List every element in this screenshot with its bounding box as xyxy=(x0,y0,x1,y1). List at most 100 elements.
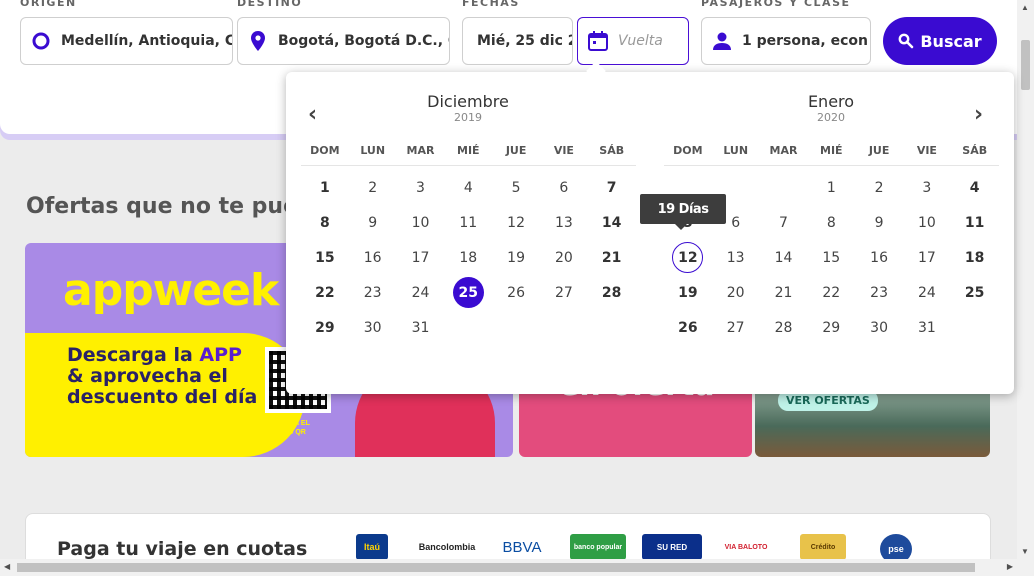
calendar-day[interactable]: 10 xyxy=(903,206,951,241)
calendar-day[interactable]: 30 xyxy=(349,310,397,345)
calendar-day[interactable]: 9 xyxy=(349,206,397,241)
calendar-day[interactable]: 18 xyxy=(444,241,492,276)
scroll-down-arrow-icon[interactable]: ▼ xyxy=(1021,547,1029,556)
calendar-day-number: 24 xyxy=(917,284,936,301)
calendar-day[interactable]: 5 xyxy=(492,171,540,206)
calendar-day[interactable]: 31 xyxy=(903,310,951,345)
calendar-day[interactable]: 24 xyxy=(397,275,445,310)
calendar-day[interactable]: 14 xyxy=(588,206,636,241)
calendar-day[interactable]: 14 xyxy=(760,241,808,276)
calendar-day[interactable]: 26 xyxy=(664,310,712,345)
calendar-day[interactable]: 4 xyxy=(444,171,492,206)
calendar-day[interactable]: 28 xyxy=(760,310,808,345)
calendar-day[interactable]: 19 xyxy=(664,275,712,310)
horizontal-scrollbar[interactable]: ◀ ▶ xyxy=(0,559,1034,576)
destination-field[interactable]: Bogotá, Bogotá D.C., Co xyxy=(237,17,450,65)
calendar-day[interactable]: 3 xyxy=(397,171,445,206)
bank-logo-baloto: VIA BALOTO xyxy=(724,543,768,551)
calendar-day-number: 10 xyxy=(917,215,936,232)
qr-caption-line2: CÓDIGO QR xyxy=(265,429,306,436)
calendar-day[interactable]: 29 xyxy=(807,310,855,345)
calendar-day-number: 16 xyxy=(363,249,382,266)
calendar-day[interactable]: 13 xyxy=(712,241,760,276)
calendar-day-number: 25 xyxy=(964,284,985,301)
horizontal-scroll-thumb[interactable] xyxy=(17,563,975,572)
calendar-day[interactable]: 21 xyxy=(588,241,636,276)
calendar-day[interactable]: 31 xyxy=(397,310,445,345)
calendar-day-number: 3 xyxy=(416,180,425,197)
calendar-day[interactable]: 16 xyxy=(855,241,903,276)
calendar-day[interactable]: 19 xyxy=(492,241,540,276)
calendar-day[interactable]: 27 xyxy=(540,275,588,310)
calendar-day[interactable]: 17 xyxy=(903,241,951,276)
destination-value: Bogotá, Bogotá D.C., Co xyxy=(278,33,449,49)
calendar-day[interactable]: 2 xyxy=(349,171,397,206)
weekday-label: DOM xyxy=(310,144,340,157)
calendar-day-number: 19 xyxy=(678,284,698,301)
calendar-day-number: 9 xyxy=(368,215,378,232)
calendar-day[interactable]: 11 xyxy=(951,206,999,241)
calendar-day[interactable]: 7 xyxy=(760,206,808,241)
calendar-day[interactable]: 9 xyxy=(855,206,903,241)
return-date-field[interactable]: Vuelta xyxy=(577,17,689,65)
origin-value: Medellín, Antioquia, Co xyxy=(61,33,232,49)
calendar-day-number: 16 xyxy=(870,249,888,266)
calendar-day[interactable]: 2 xyxy=(855,171,903,206)
calendar-day-number: 22 xyxy=(315,284,335,301)
calendar-day[interactable]: 4 xyxy=(951,171,999,206)
calendar-day[interactable]: 17 xyxy=(397,241,445,276)
calendar-day[interactable]: 18 xyxy=(951,241,999,276)
calendar-day[interactable]: 27 xyxy=(712,310,760,345)
calendar-day[interactable]: 16 xyxy=(349,241,397,276)
calendar-day[interactable]: 28 xyxy=(588,275,636,310)
origin-label: ORIGEN xyxy=(20,0,77,9)
calendar-day[interactable]: 26 xyxy=(492,275,540,310)
scroll-right-arrow-icon[interactable]: ▶ xyxy=(1007,562,1013,571)
weekday-label: DOM xyxy=(673,144,703,157)
calendar-day[interactable]: 20 xyxy=(540,241,588,276)
calendar-day[interactable]: 10 xyxy=(397,206,445,241)
calendar-day-number: 23 xyxy=(363,284,382,301)
calendar-day[interactable]: 6 xyxy=(540,171,588,206)
calendar-day[interactable]: 21 xyxy=(760,275,808,310)
calendar-day[interactable]: 23 xyxy=(855,275,903,310)
calendar-day-number: 26 xyxy=(507,284,525,301)
calendar-day-number: 2 xyxy=(874,180,884,197)
trip-length-tooltip: 19 Días xyxy=(640,194,726,230)
calendar-day[interactable]: 1 xyxy=(301,171,349,206)
calendar-day[interactable]: 23 xyxy=(349,275,397,310)
calendar-day[interactable]: 24 xyxy=(903,275,951,310)
calendar-day[interactable]: 25 xyxy=(951,275,999,310)
calendar-day-number: 20 xyxy=(726,284,745,301)
departure-date-field[interactable]: Mié, 25 dic 2 xyxy=(462,17,573,65)
calendar-day[interactable]: 20 xyxy=(712,275,760,310)
calendar-day-number: 8 xyxy=(320,215,330,232)
calendar-day[interactable]: 8 xyxy=(301,206,349,241)
calendar-day[interactable]: 22 xyxy=(301,275,349,310)
calendar-day[interactable]: 15 xyxy=(301,241,349,276)
passengers-field[interactable]: 1 persona, econ xyxy=(701,17,871,65)
scroll-left-arrow-icon[interactable]: ◀ xyxy=(4,562,10,571)
calendar-day[interactable]: 15 xyxy=(807,241,855,276)
origin-field[interactable]: Medellín, Antioquia, Co xyxy=(20,17,233,65)
calendar-day[interactable]: 12 xyxy=(664,241,712,276)
calendar-day[interactable]: 22 xyxy=(807,275,855,310)
calendar-day[interactable]: 30 xyxy=(855,310,903,345)
vertical-scrollbar[interactable]: ▲ ▼ xyxy=(1017,0,1034,559)
calendar-day[interactable]: 12 xyxy=(492,206,540,241)
calendar-day[interactable]: 25 xyxy=(444,275,492,310)
appweek-copy: Descarga la APP & aprovecha el descuento… xyxy=(67,345,257,408)
calendar-day[interactable]: 11 xyxy=(444,206,492,241)
scroll-up-arrow-icon[interactable]: ▲ xyxy=(1021,3,1029,12)
calendar-day[interactable]: 1 xyxy=(807,171,855,206)
calendar-day[interactable]: 7 xyxy=(588,171,636,206)
calendar-day[interactable]: 29 xyxy=(301,310,349,345)
calendar-day[interactable]: 3 xyxy=(903,171,951,206)
app-copy-line1: Descarga la xyxy=(67,344,200,366)
search-button[interactable]: Buscar xyxy=(883,17,997,65)
vertical-scroll-thumb[interactable] xyxy=(1021,40,1030,90)
empty-day-cell xyxy=(760,171,808,206)
calendar-day[interactable]: 8 xyxy=(807,206,855,241)
calendar-day[interactable]: 13 xyxy=(540,206,588,241)
day-grid-december: 1 2 3 4 5 6 7 8 9 10 11 12 13 14 15 16 17 18 19 20 21 22 23 24 2… xyxy=(301,171,636,345)
